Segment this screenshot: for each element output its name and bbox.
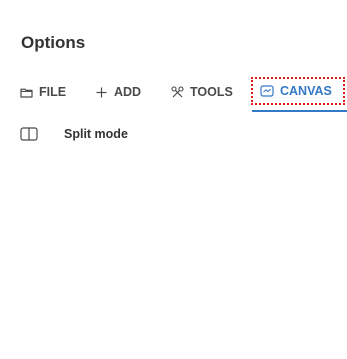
tab-file[interactable]: FILE xyxy=(19,78,66,106)
tab-file-label: FILE xyxy=(39,85,67,99)
plus-icon xyxy=(94,85,108,99)
canvas-icon xyxy=(260,84,274,98)
tab-bar: FILE ADD TOOLS CANVAS xyxy=(0,77,347,112)
menu-item-split-mode[interactable]: Split mode xyxy=(0,122,347,148)
tab-add-label: ADD xyxy=(114,85,142,99)
page-title: Options xyxy=(21,33,86,52)
selected-tab-indicator xyxy=(252,110,347,112)
options-screen: Options FILE ADD TOOLS CANVAS Split mode xyxy=(0,0,347,359)
tab-add[interactable]: ADD xyxy=(94,78,141,106)
tools-icon xyxy=(170,85,184,99)
folder-icon xyxy=(19,85,33,99)
tab-tools-label: TOOLS xyxy=(190,85,233,99)
tab-canvas[interactable]: CANVAS xyxy=(251,77,345,105)
menu-item-label: Split mode xyxy=(64,127,128,141)
tab-canvas-label: CANVAS xyxy=(280,84,332,98)
tab-tools[interactable]: TOOLS xyxy=(170,78,233,106)
split-view-icon xyxy=(20,127,38,141)
